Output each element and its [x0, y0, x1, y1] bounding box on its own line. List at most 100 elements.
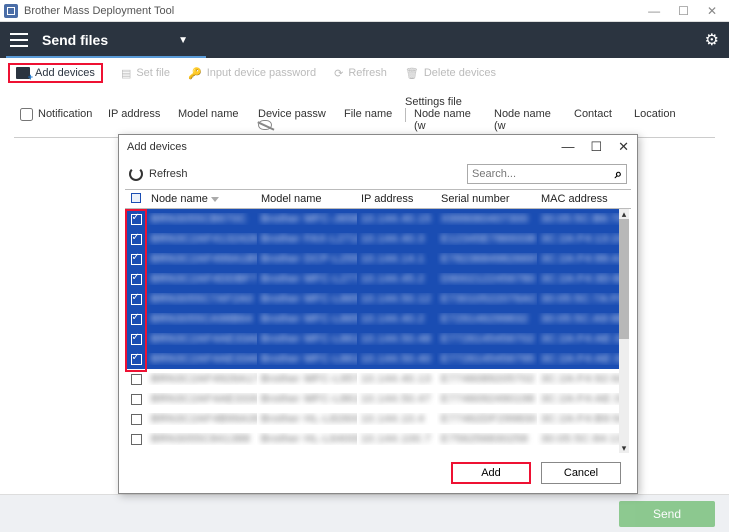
highlight-add-devices: Add devices [8, 63, 103, 83]
trash-icon: 🗑 [405, 67, 419, 80]
row-checkbox[interactable] [131, 274, 142, 285]
close-button[interactable]: ✕ [707, 4, 717, 18]
cell-mac: 3C:2A:F4:13:24:26 [541, 233, 619, 245]
window-titlebar: Brother Mass Deployment Tool — ☐ ✕ [0, 0, 729, 22]
maximize-button[interactable]: ☐ [678, 4, 689, 18]
scroll-down-icon[interactable]: ▾ [619, 443, 629, 453]
row-checkbox[interactable] [131, 394, 142, 405]
cell-serial: E7746089205702 [441, 373, 535, 385]
table-row[interactable]: BRN3C2AF4926A17Brother MFC-L957010.144.4… [125, 369, 619, 389]
table-row[interactable]: BRN3055C7AF2A0Brother MFC-L865010.144.50… [125, 289, 619, 309]
refresh-icon[interactable] [129, 167, 143, 181]
cell-ip: 10.144.40.13 [361, 373, 431, 385]
table-row[interactable]: BRN3C2AF4AE3340Brother MFC-L861010.144.5… [125, 349, 619, 369]
cell-node: BRN3055C841388 [151, 433, 250, 445]
cell-node: BRN3C2AF4DDBF7 [151, 273, 257, 285]
cell-model: Brother MFC-L8650 [261, 313, 357, 325]
select-all-dialog[interactable] [131, 193, 141, 203]
row-checkbox[interactable] [131, 434, 142, 445]
row-checkbox[interactable] [131, 254, 142, 265]
page-dropdown-icon[interactable]: ▼ [178, 35, 188, 46]
refresh-label: Refresh [348, 67, 387, 79]
dialog-maximize[interactable]: ☐ [590, 139, 602, 155]
settings-icon[interactable]: ⚙ [705, 30, 719, 50]
cell-mac: 3C:2A:F4:B9:9A:39 [541, 413, 619, 425]
cell-node: BRN3C2AF499A1B5 [151, 253, 257, 265]
table-row[interactable]: BRN3055CA98B64 Brother MFC-L8650 10.144.40… [125, 309, 619, 329]
menu-icon[interactable] [10, 33, 28, 47]
search-icon[interactable]: ⌕ [615, 166, 622, 182]
col-ip[interactable]: IP address [357, 193, 437, 205]
dialog-grid: Node name Model name IP address Serial n… [119, 189, 637, 453]
col-mac[interactable]: MAC address [537, 193, 631, 205]
add-devices-dialog: Add devices — ☐ ✕ Refresh ⌕ Node name Mo… [118, 134, 638, 494]
dialog-close[interactable]: ✕ [618, 139, 629, 155]
col-nodename1[interactable]: Node name (w [408, 108, 488, 133]
row-checkbox[interactable] [131, 234, 142, 245]
monitor-plus-icon [16, 67, 30, 79]
col-model[interactable]: Model name [257, 193, 357, 205]
cell-ip: 10.144.50.12 [361, 293, 431, 305]
dialog-minimize[interactable]: — [561, 139, 574, 155]
eye-off-icon[interactable] [258, 120, 272, 130]
cell-serial: E7726145456795 [441, 353, 535, 365]
col-contact[interactable]: Contact [568, 108, 628, 133]
search-input[interactable] [472, 168, 615, 180]
cell-node: BRN3055CA98B64 [151, 313, 253, 325]
row-checkbox[interactable] [131, 374, 142, 385]
cell-model: Brother MFC-L9570 [261, 373, 357, 385]
dialog-refresh-button[interactable]: Refresh [149, 168, 188, 180]
add-button[interactable]: Add [451, 462, 531, 484]
dialog-rows: ▴ ▾ BRN3055CB670CBrother MFC-J658010.144… [125, 209, 631, 453]
table-row[interactable]: BRN3C2AF4B99A39Brother HL-L8260C10.144.1… [125, 409, 619, 429]
col-model[interactable]: Model name [172, 108, 252, 133]
cell-mac: 30:05:5C:A9:8B:64 [541, 313, 619, 325]
table-row[interactable]: BRN3C2AF4DDBF7Brother MFC-L277010.144.45… [125, 269, 619, 289]
cell-model: Brother MFC-L8610 [261, 393, 357, 405]
sort-icon [211, 197, 219, 202]
cell-mac: 3C:2A:F4:3D:BA:F7 [541, 273, 619, 285]
col-devpw[interactable]: Device passw [252, 108, 338, 133]
scrollbar-thumb[interactable] [619, 219, 629, 339]
table-row[interactable]: BRN3C2AF4AE33ADBrother MFC-L861010.144.5… [125, 329, 619, 349]
col-node[interactable]: Node name [147, 193, 257, 205]
cell-ip: 10.144.45.2 [361, 273, 425, 285]
table-row[interactable]: BRN3055CB670CBrother MFC-J658010.144.40.… [125, 209, 619, 229]
row-checkbox[interactable] [131, 214, 142, 225]
table-row[interactable]: BRN3C2AF4132426Brother FAX-L271010.144.4… [125, 229, 619, 249]
row-checkbox[interactable] [131, 414, 142, 425]
page-title: Send files [42, 32, 108, 48]
col-notification[interactable]: Notification [32, 108, 102, 133]
table-row[interactable]: BRN3C2AF4AE333CBrother MFC-L861010.144.5… [125, 389, 619, 409]
cell-mac: 3C:2A:F4:AE:33:AD [541, 333, 619, 345]
col-nodename2[interactable]: Node name (w [488, 108, 568, 133]
row-checkbox[interactable] [131, 354, 142, 365]
col-filename[interactable]: File name [338, 108, 408, 133]
cell-model: Brother HL-L8260C [261, 413, 357, 425]
cell-node: BRN3C2AF4AE333C [151, 393, 257, 405]
minimize-button[interactable]: — [648, 4, 660, 18]
window-title: Brother Mass Deployment Tool [24, 5, 174, 17]
col-ip[interactable]: IP address [102, 108, 172, 133]
col-location[interactable]: Location [628, 108, 715, 133]
row-checkbox[interactable] [131, 314, 142, 325]
add-devices-button[interactable]: Add devices [16, 67, 95, 79]
table-row[interactable]: BRN3C2AF499A1B5Brother DCP-L255010.144.1… [125, 249, 619, 269]
refresh-button[interactable]: ⟳ Refresh [334, 67, 387, 80]
table-row[interactable]: BRN3055C841388Brother HL-L6400D10.144.10… [125, 429, 619, 449]
cell-model: Brother HL-L6400D [261, 433, 357, 445]
col-serial[interactable]: Serial number [437, 193, 537, 205]
send-button[interactable]: Send [619, 501, 715, 527]
cell-ip: 10.144.40.2 [361, 313, 425, 325]
cancel-button[interactable]: Cancel [541, 462, 621, 484]
cell-serial: E78236849826697 [441, 253, 537, 265]
dialog-grid-header: Node name Model name IP address Serial n… [125, 189, 631, 209]
delete-devices-button[interactable]: 🗑 Delete devices [405, 67, 496, 80]
input-password-button[interactable]: 🔑 Input device password [188, 67, 316, 80]
row-checkbox[interactable] [131, 294, 142, 305]
scroll-up-icon[interactable]: ▴ [619, 209, 629, 219]
set-file-button[interactable]: ▤ Set file [121, 67, 170, 80]
main-footer: Send [0, 494, 729, 532]
row-checkbox[interactable] [131, 334, 142, 345]
cell-ip: 10.144.50.40 [361, 353, 431, 365]
